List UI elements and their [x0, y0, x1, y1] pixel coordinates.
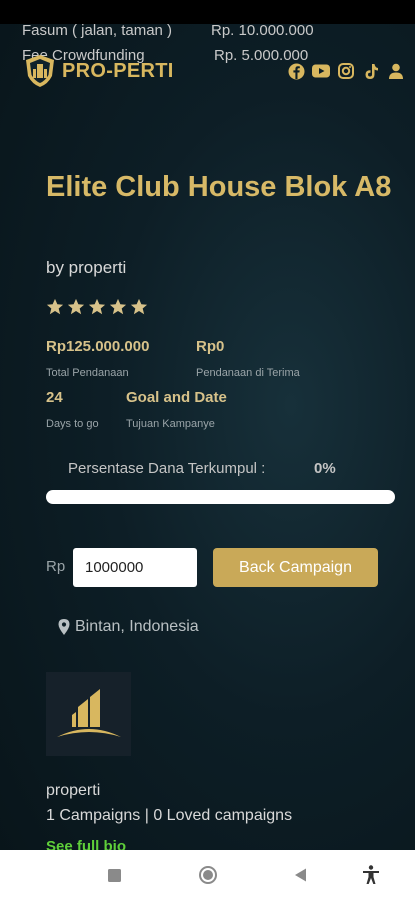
- accessibility-button[interactable]: [361, 865, 381, 885]
- campaign-location: Bintan, Indonesia: [58, 618, 199, 636]
- star-icon: [109, 298, 127, 315]
- home-button[interactable]: [198, 865, 218, 885]
- back-triangle-icon: [294, 868, 306, 882]
- back-button[interactable]: [290, 865, 310, 885]
- rating-stars: [46, 298, 148, 316]
- android-nav-bar: [0, 850, 415, 900]
- user-icon[interactable]: [387, 62, 405, 80]
- instagram-icon[interactable]: [337, 62, 355, 80]
- home-circle-icon: [199, 866, 217, 884]
- site-header: PRO-PERTI: [0, 50, 415, 94]
- recent-apps-button[interactable]: [104, 865, 124, 885]
- currency-label: Rp: [46, 558, 66, 575]
- back-campaign-button[interactable]: Back Campaign: [213, 548, 378, 587]
- shield-logo-icon: [26, 55, 54, 87]
- campaign-title: Elite Club House Blok A8: [46, 171, 392, 203]
- overlay-line1-label: Fasum ( jalan, taman ): [22, 22, 173, 39]
- progress-label: Persentase Dana Terkumpul :: [68, 460, 266, 477]
- star-icon: [46, 298, 64, 315]
- received-funding-label: Pendanaan di Terima: [196, 367, 300, 379]
- days-to-go-label: Days to go: [46, 418, 99, 430]
- author-name[interactable]: properti: [46, 782, 100, 800]
- author-avatar[interactable]: [46, 672, 131, 756]
- brand-name: PRO-PERTI: [62, 59, 174, 82]
- total-funding-value: Rp125.000.000: [46, 338, 150, 355]
- location-pin-icon: [58, 619, 70, 635]
- author-stats: 1 Campaigns | 0 Loved campaigns: [46, 807, 293, 824]
- location-text: Bintan, Indonesia: [75, 618, 199, 635]
- donation-amount-input[interactable]: [73, 548, 197, 587]
- days-to-go-value: 24: [46, 389, 63, 406]
- star-icon: [67, 298, 85, 315]
- status-bar: [0, 0, 415, 24]
- facebook-icon[interactable]: [287, 62, 305, 80]
- funding-progress-bar: [46, 490, 395, 504]
- goal-date-value: Goal and Date: [126, 389, 227, 406]
- brand-logo[interactable]: PRO-PERTI: [24, 54, 174, 88]
- progress-percent: 0%: [314, 460, 336, 477]
- star-icon: [130, 298, 148, 315]
- star-icon: [88, 298, 106, 315]
- youtube-icon[interactable]: [312, 62, 330, 80]
- goal-date-label: Tujuan Kampanye: [126, 418, 215, 430]
- overlay-line1-value: Rp. 10.000.000: [211, 22, 314, 39]
- social-links: [287, 62, 405, 80]
- campaign-byline: by properti: [46, 258, 127, 277]
- total-funding-label: Total Pendanaan: [46, 367, 129, 379]
- square-icon: [107, 868, 121, 882]
- accessibility-icon: [363, 865, 379, 884]
- building-logo-icon: [56, 689, 121, 737]
- tiktok-icon[interactable]: [362, 62, 380, 80]
- received-funding-value: Rp0: [196, 338, 225, 355]
